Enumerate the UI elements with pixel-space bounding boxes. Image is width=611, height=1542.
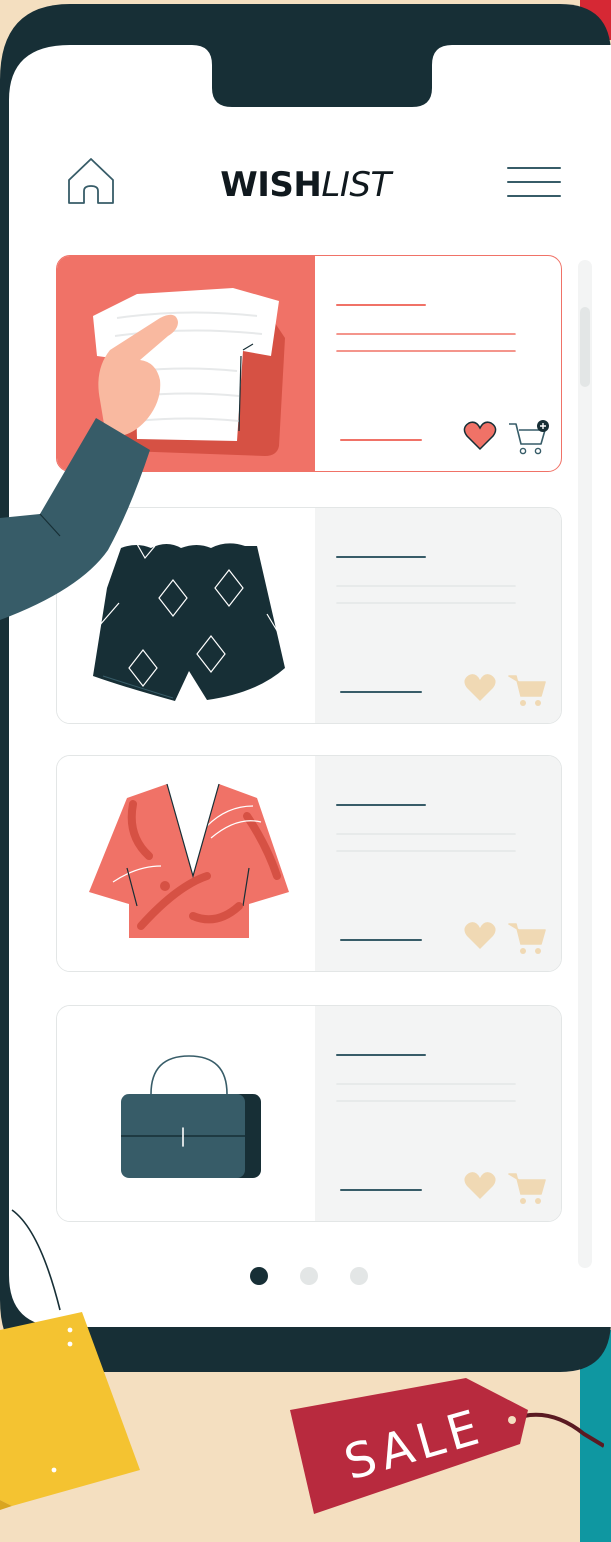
wishlist-item-blouse[interactable] bbox=[56, 755, 562, 972]
favorite-button[interactable] bbox=[463, 1170, 497, 1202]
product-image-handbag bbox=[57, 1006, 315, 1221]
product-info-shorts bbox=[315, 508, 561, 723]
add-to-cart-icon bbox=[508, 1173, 546, 1204]
add-to-cart-button[interactable] bbox=[507, 1166, 551, 1208]
hamburger-menu-icon bbox=[507, 167, 561, 197]
add-to-cart-button[interactable] bbox=[507, 668, 551, 710]
add-to-cart-button[interactable] bbox=[507, 916, 551, 958]
pagination-dot-2[interactable] bbox=[300, 1267, 318, 1285]
heart-icon bbox=[463, 421, 497, 451]
favorite-button[interactable] bbox=[463, 920, 497, 952]
pagination-dot-1[interactable] bbox=[250, 1267, 268, 1285]
product-info-tshirt bbox=[315, 256, 561, 471]
add-to-cart-icon bbox=[509, 420, 549, 455]
favorite-button[interactable] bbox=[463, 420, 497, 452]
product-info-handbag bbox=[315, 1006, 561, 1221]
title-bold-part: WISH bbox=[220, 165, 322, 205]
heart-icon bbox=[464, 922, 496, 949]
pointing-hand-illustration bbox=[0, 314, 178, 620]
pagination-dot-3[interactable] bbox=[350, 1267, 368, 1285]
shopping-bag-illustration bbox=[0, 1209, 140, 1510]
product-info-blouse bbox=[315, 756, 561, 971]
scrollbar-thumb[interactable] bbox=[580, 307, 590, 387]
sale-tag: SALE bbox=[284, 1374, 606, 1524]
handbag-image bbox=[121, 1055, 261, 1178]
add-to-cart-icon bbox=[508, 675, 546, 706]
favorite-button[interactable] bbox=[463, 672, 497, 704]
blouse-image bbox=[89, 783, 289, 938]
heart-icon bbox=[464, 674, 496, 701]
heart-icon bbox=[464, 1172, 496, 1199]
wishlist-illustration: WISHLIST SALE bbox=[0, 0, 611, 1542]
wishlist-item-handbag[interactable] bbox=[56, 1005, 562, 1222]
product-image-blouse bbox=[57, 756, 315, 971]
add-to-cart-icon bbox=[508, 923, 546, 954]
menu-button[interactable] bbox=[506, 164, 562, 200]
add-to-cart-button[interactable] bbox=[507, 416, 551, 458]
title-italic-part: LIST bbox=[321, 165, 391, 205]
scrollbar-track bbox=[578, 260, 592, 1268]
